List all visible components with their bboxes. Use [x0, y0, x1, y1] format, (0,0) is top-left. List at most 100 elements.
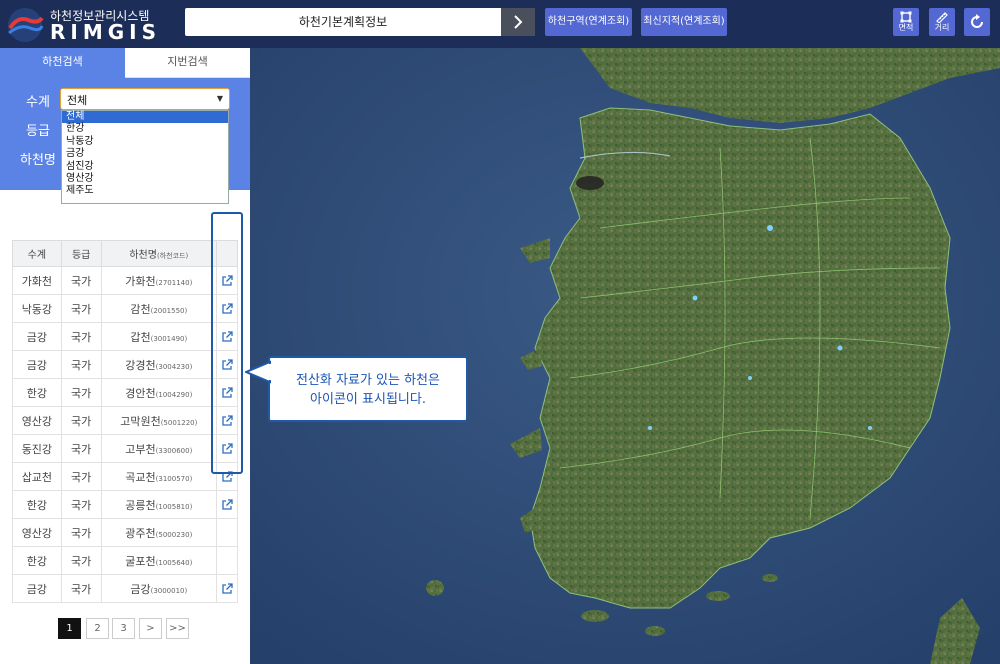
- river-name-text: 가화천: [125, 274, 156, 288]
- cell-river-name[interactable]: 고막원천(5001220): [100, 406, 218, 435]
- cell-grade: 국가: [60, 574, 102, 603]
- table-row[interactable]: 낙동강 국가 감천(2001550): [12, 294, 238, 323]
- cadastral-button[interactable]: 최신지적(연계조회): [641, 8, 727, 36]
- cell-river-name[interactable]: 광주천(5000230): [100, 518, 218, 547]
- cell-river-name[interactable]: 갑천(3001490): [100, 322, 218, 351]
- dropdown-option[interactable]: 낙동강: [62, 136, 228, 148]
- cell-grade: 국가: [60, 518, 102, 547]
- river-name-text: 감천: [130, 302, 151, 316]
- dropdown-option[interactable]: 금강: [62, 148, 228, 160]
- refresh-button[interactable]: [964, 8, 990, 36]
- table-row[interactable]: 한강 국가 경안천(1004290): [12, 378, 238, 407]
- cell-grade: 국가: [60, 266, 102, 295]
- header-search-button[interactable]: [501, 8, 535, 36]
- river-name-label: 하천명: [20, 153, 56, 168]
- river-code-text: (1004290): [155, 390, 193, 399]
- header-search-value[interactable]: 하천기본계획정보: [185, 8, 501, 36]
- ruler-icon: [936, 12, 948, 23]
- cell-system: 삽교천: [12, 462, 62, 491]
- river-name-text: 고부천: [125, 442, 156, 456]
- cell-system: 한강: [12, 546, 62, 575]
- tab-river-search[interactable]: 하천검색: [0, 48, 125, 78]
- cell-link: [216, 490, 238, 519]
- table-header-row: 수계 등급 하천명(하천코드): [12, 240, 238, 267]
- dropdown-option[interactable]: 영산강: [62, 173, 228, 185]
- system-select[interactable]: 전체 ▼: [60, 88, 230, 110]
- page-1[interactable]: 1: [58, 618, 81, 639]
- cell-river-name[interactable]: 감천(2001550): [100, 294, 218, 323]
- cell-grade: 국가: [60, 294, 102, 323]
- external-link-icon[interactable]: [221, 582, 233, 595]
- table-row[interactable]: 한강 국가 굴포천(1005640): [12, 546, 238, 575]
- area-measure-button[interactable]: 면적: [893, 8, 919, 36]
- river-code-text: (3001490): [150, 334, 188, 343]
- external-link-icon[interactable]: [221, 498, 233, 511]
- dropdown-option[interactable]: 제주도: [62, 185, 228, 197]
- cell-river-name[interactable]: 고부천(3300600): [100, 434, 218, 463]
- tab-lot-search[interactable]: 지번검색: [125, 48, 250, 78]
- cell-link: [216, 518, 238, 547]
- cell-grade: 국가: [60, 462, 102, 491]
- river-name-text: 고막원천: [120, 414, 161, 428]
- river-code-text: (2701140): [155, 278, 193, 287]
- distance-label: 거리: [934, 23, 950, 32]
- grade-label: 등급: [26, 124, 50, 139]
- cell-river-name[interactable]: 가화천(2701140): [100, 266, 218, 295]
- header-search[interactable]: 하천기본계획정보: [185, 8, 535, 36]
- cell-river-name[interactable]: 곡교천(3100570): [100, 462, 218, 491]
- link-column-highlight: [211, 212, 243, 474]
- distance-measure-button[interactable]: 거리: [929, 8, 955, 36]
- page-last[interactable]: >>: [166, 618, 189, 639]
- river-name-text: 광주천: [125, 526, 156, 540]
- cell-system: 동진강: [12, 434, 62, 463]
- river-code-text: (3100570): [155, 474, 193, 483]
- river-code-text: (3004230): [155, 362, 193, 371]
- cell-system: 금강: [12, 322, 62, 351]
- river-code-text: (1005810): [155, 502, 193, 511]
- page-next[interactable]: >: [139, 618, 162, 639]
- river-code-text: (1005640): [155, 558, 193, 567]
- cell-grade: 국가: [60, 378, 102, 407]
- cell-river-name[interactable]: 금강(3000010): [100, 574, 218, 603]
- col-river-name-text: 하천명: [129, 250, 157, 261]
- dropdown-option[interactable]: 한강: [62, 123, 228, 135]
- table-row[interactable]: 가화천 국가 가화천(2701140): [12, 266, 238, 295]
- river-table: 수계 등급 하천명(하천코드) 가화천 국가 가화천(2701140) 낙동강 국가 감천…: [12, 240, 238, 603]
- dropdown-option[interactable]: 전체: [62, 111, 228, 124]
- cell-system: 가화천: [12, 266, 62, 295]
- col-grade: 등급: [60, 240, 102, 267]
- cell-grade: 국가: [60, 434, 102, 463]
- cell-river-name[interactable]: 강경천(3004230): [100, 350, 218, 379]
- table-row[interactable]: 동진강 국가 고부천(3300600): [12, 434, 238, 463]
- table-row[interactable]: 한강 국가 공릉천(1005810): [12, 490, 238, 519]
- callout-line-1: 전산화 자료가 있는 하천은: [296, 373, 440, 388]
- cell-system: 금강: [12, 350, 62, 379]
- table-row[interactable]: 영산강 국가 광주천(5000230): [12, 518, 238, 547]
- cell-grade: 국가: [60, 406, 102, 435]
- river-zone-button[interactable]: 하천구역(연계조회): [545, 8, 632, 36]
- logo[interactable]: 하천정보관리시스템 RIMGIS: [6, 4, 206, 44]
- table-row[interactable]: 금강 국가 갑천(3001490): [12, 322, 238, 351]
- river-code-text: (2001550): [150, 306, 188, 315]
- dropdown-option[interactable]: 섬진강: [62, 161, 228, 173]
- cell-river-name[interactable]: 경안천(1004290): [100, 378, 218, 407]
- area-icon: [900, 11, 912, 23]
- table-row[interactable]: 금강 국가 금강(3000010): [12, 574, 238, 603]
- cell-river-name[interactable]: 굴포천(1005640): [100, 546, 218, 575]
- table-row[interactable]: 영산강 국가 고막원천(5001220): [12, 406, 238, 435]
- cell-system: 영산강: [12, 406, 62, 435]
- table-row[interactable]: 삽교천 국가 곡교천(3100570): [12, 462, 238, 491]
- col-river-name: 하천명(하천코드): [100, 240, 218, 267]
- cell-river-name[interactable]: 공릉천(1005810): [100, 490, 218, 519]
- river-code-text: (3300600): [155, 446, 193, 455]
- cell-system: 한강: [12, 490, 62, 519]
- search-tabs: 하천검색 지번검색: [0, 48, 250, 78]
- page-3[interactable]: 3: [112, 618, 135, 639]
- page-2[interactable]: 2: [86, 618, 109, 639]
- cell-system: 영산강: [12, 518, 62, 547]
- system-dropdown-list: 전체 한강 낙동강 금강 섬진강 영산강 제주도: [61, 110, 229, 204]
- table-row[interactable]: 금강 국가 강경천(3004230): [12, 350, 238, 379]
- river-name-text: 강경천: [125, 358, 156, 372]
- app-header: 하천정보관리시스템 RIMGIS 하천기본계획정보 하천구역(연계조회) 최신지…: [0, 0, 1000, 48]
- system-label: 수계: [26, 95, 50, 110]
